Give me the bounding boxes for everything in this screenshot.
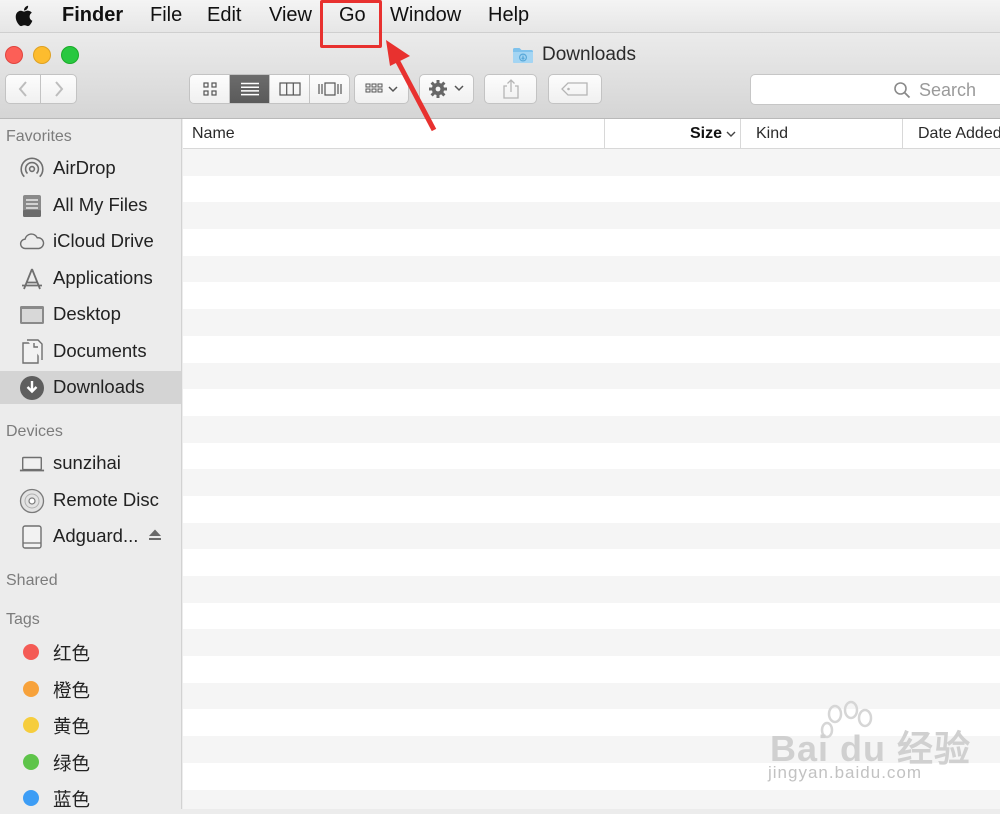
chevron-right-icon	[54, 81, 63, 97]
menu-window[interactable]: Window	[390, 3, 461, 27]
sidebar-item-airdrop[interactable]: AirDrop	[0, 152, 181, 185]
sidebar-tag-red[interactable]: 红色	[0, 635, 181, 668]
desktop-icon	[19, 302, 45, 328]
sort-chevron-down-icon	[726, 131, 736, 137]
sidebar-item-adguard[interactable]: Adguard...	[0, 520, 181, 553]
cover-flow-icon	[317, 82, 342, 96]
menu-edit[interactable]: Edit	[207, 3, 241, 27]
laptop-icon	[19, 451, 45, 477]
sidebar-item-label: Documents	[53, 340, 147, 361]
annotation-highlight-box	[320, 0, 382, 48]
apple-logo-icon[interactable]	[14, 4, 36, 28]
sidebar-tag-orange[interactable]: 橙色	[0, 672, 181, 705]
sidebar-tag-blue[interactable]: 蓝色	[0, 781, 181, 814]
sidebar-item-label: Applications	[53, 267, 153, 288]
column-header-row: Name Size Kind Date Added	[183, 119, 1000, 149]
menu-file[interactable]: File	[150, 3, 182, 27]
sidebar-item-applications[interactable]: Applications	[0, 262, 181, 295]
column-divider[interactable]	[902, 119, 903, 148]
icon-view-button[interactable]	[190, 75, 230, 103]
menu-finder[interactable]: Finder	[62, 3, 123, 27]
sidebar-item-label: Desktop	[53, 303, 121, 324]
sidebar-item-label: 黄色	[53, 716, 91, 737]
watermark-url: jingyan.baidu.com	[768, 763, 923, 782]
sidebar: Favorites AirDrop All My Files iCloud Dr…	[0, 119, 182, 810]
sidebar-item-label: 绿色	[53, 753, 91, 774]
sidebar-item-icloud-drive[interactable]: iCloud Drive	[0, 225, 181, 258]
cover-flow-button[interactable]	[310, 75, 349, 103]
sidebar-item-label: 蓝色	[53, 789, 91, 810]
column-header-date-added[interactable]: Date Added	[918, 119, 1000, 148]
column-header-name[interactable]: Name	[192, 119, 235, 148]
close-button[interactable]	[5, 46, 23, 64]
zoom-button[interactable]	[61, 46, 79, 64]
sidebar-item-label: AirDrop	[53, 157, 116, 178]
sidebar-item-label: Remote Disc	[53, 489, 159, 510]
sidebar-heading-shared: Shared	[6, 572, 58, 589]
column-divider[interactable]	[604, 119, 605, 148]
list-view-button[interactable]	[230, 75, 270, 103]
sidebar-item-label: Downloads	[53, 376, 145, 397]
tag-color-dot	[23, 644, 39, 660]
tag-icon	[561, 82, 588, 96]
menu-view[interactable]: View	[269, 3, 312, 27]
eject-icon[interactable]	[148, 528, 162, 542]
sidebar-item-sunzihai[interactable]: sunzihai	[0, 447, 181, 480]
forward-button[interactable]	[40, 74, 77, 104]
minimize-button[interactable]	[33, 46, 51, 64]
sidebar-tag-yellow[interactable]: 黄色	[0, 708, 181, 741]
all-files-icon	[19, 193, 45, 219]
icon-view-icon	[202, 82, 217, 96]
search-icon	[894, 82, 911, 99]
share-icon	[502, 79, 519, 99]
sidebar-item-label: sunzihai	[53, 452, 121, 473]
window-title: Downloads	[512, 43, 636, 67]
downloads-folder-icon	[513, 48, 533, 63]
sidebar-item-label: iCloud Drive	[53, 230, 154, 251]
airdrop-icon	[19, 156, 45, 182]
disc-icon	[19, 488, 45, 514]
sidebar-heading-tags: Tags	[6, 611, 40, 628]
sidebar-heading-devices: Devices	[6, 423, 63, 440]
tag-color-dot	[23, 754, 39, 770]
search-field[interactable]	[750, 74, 1000, 105]
tags-button[interactable]	[548, 74, 602, 104]
cloud-icon	[19, 229, 45, 255]
download-icon	[19, 375, 45, 401]
column-view-button[interactable]	[270, 75, 310, 103]
sidebar-heading-favorites: Favorites	[6, 128, 72, 145]
sidebar-item-label: Adguard...	[53, 525, 139, 546]
tag-color-dot	[23, 681, 39, 697]
sidebar-item-label: 橙色	[53, 680, 91, 701]
tag-color-dot	[23, 717, 39, 733]
drive-icon	[19, 524, 45, 550]
sidebar-tag-green[interactable]: 绿色	[0, 745, 181, 778]
back-button[interactable]	[5, 74, 41, 104]
sidebar-item-label: 红色	[53, 643, 91, 664]
window-title-text: Downloads	[542, 44, 636, 65]
view-mode-control	[189, 74, 350, 104]
tag-color-dot	[23, 790, 39, 806]
list-view-icon	[240, 82, 259, 96]
applications-icon	[19, 266, 45, 292]
column-view-icon	[278, 82, 301, 96]
sidebar-item-downloads[interactable]: Downloads	[0, 371, 181, 404]
documents-icon	[19, 339, 45, 365]
sidebar-item-documents[interactable]: Documents	[0, 335, 181, 368]
column-header-kind[interactable]: Kind	[756, 119, 788, 148]
sidebar-item-label: All My Files	[53, 194, 148, 215]
sidebar-item-all-my-files[interactable]: All My Files	[0, 189, 181, 222]
sidebar-item-desktop[interactable]: Desktop	[0, 298, 181, 331]
search-input[interactable]	[917, 77, 1000, 103]
column-divider[interactable]	[740, 119, 741, 148]
menu-bar: Finder File Edit View Go Window Help	[0, 0, 1000, 33]
annotation-arrow-icon	[386, 40, 437, 132]
share-button[interactable]	[484, 74, 537, 104]
window-toolbar: Downloads	[0, 33, 1000, 119]
sidebar-item-remote-disc[interactable]: Remote Disc	[0, 484, 181, 517]
menu-help[interactable]: Help	[488, 3, 529, 27]
chevron-left-icon	[18, 81, 27, 97]
